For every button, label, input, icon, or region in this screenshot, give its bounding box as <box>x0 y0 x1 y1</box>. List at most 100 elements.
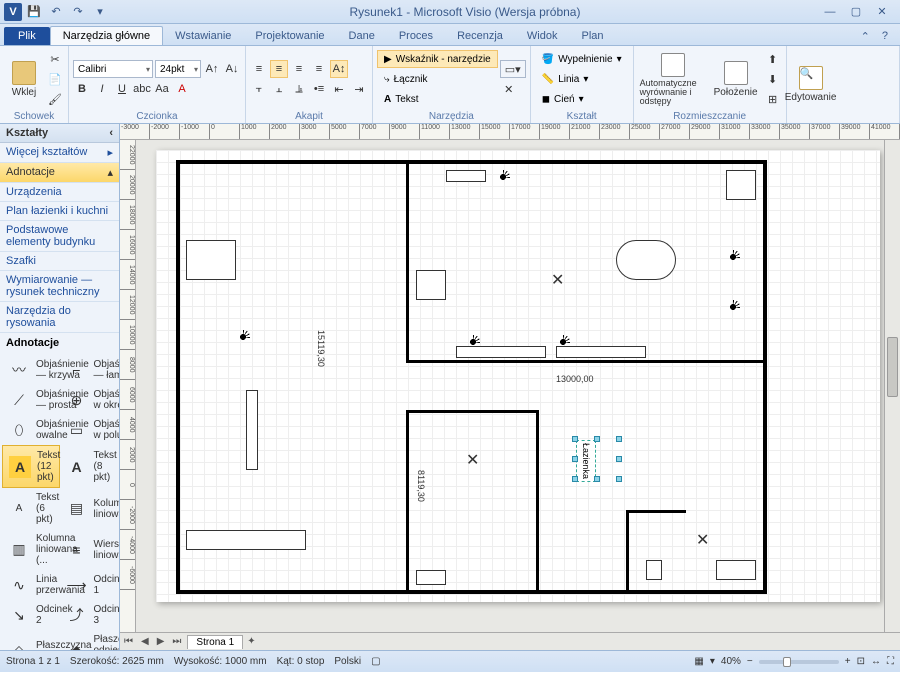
macro-record-button[interactable]: ▢ <box>371 656 380 667</box>
position-button[interactable]: Położenie <box>710 59 762 100</box>
shape-callout-polyline[interactable]: ⌐Objaśnienie — łamana <box>60 355 118 385</box>
case-button[interactable]: Aa <box>153 80 171 98</box>
strike-button[interactable]: abc <box>133 80 151 98</box>
shape-ruled-column2[interactable]: ▥Kolumna liniowana (... <box>2 529 60 570</box>
selection-handle[interactable] <box>572 456 578 462</box>
undo-button[interactable]: ↶ <box>46 3 66 21</box>
font-name-select[interactable]: Calibri <box>73 60 153 78</box>
increase-indent-button[interactable]: ⇥ <box>350 80 368 98</box>
page-tab-1[interactable]: Strona 1 <box>187 635 243 649</box>
align-left-button[interactable]: ≡ <box>250 60 268 78</box>
align-center-button[interactable]: ≡ <box>270 60 288 78</box>
shape-ruled-column[interactable]: ▤Kolumna liniowana <box>60 488 118 529</box>
auto-align-button[interactable]: Automatyczne wyrównanie i odstępy <box>638 51 708 108</box>
shape-segment1[interactable]: ⟶Odcinek 1 <box>60 570 118 600</box>
zoom-thumb[interactable] <box>783 657 791 667</box>
page-next-button[interactable]: ▶ <box>153 636 169 647</box>
shrink-font-button[interactable]: A↓ <box>223 60 241 78</box>
tab-review[interactable]: Recenzja <box>445 27 515 45</box>
cat-drawing-tools[interactable]: Narzędzia do rysowania <box>0 302 119 333</box>
decrease-indent-button[interactable]: ⇤ <box>330 80 348 98</box>
rectangle-tool-button[interactable]: ▭▾ <box>500 60 526 78</box>
zoom-out-button[interactable]: − <box>747 656 753 667</box>
tab-view[interactable]: Widok <box>515 27 570 45</box>
pointer-tool-button[interactable]: ▶ Wskaźnik - narzędzie <box>377 50 498 68</box>
delete-tool-button[interactable]: ✕ <box>500 80 518 98</box>
close-button[interactable]: ✕ <box>872 4 892 20</box>
text-tool-button[interactable]: A Tekst <box>377 90 498 108</box>
wall[interactable] <box>406 410 536 413</box>
cat-annotations[interactable]: Adnotacje▴ <box>0 163 119 183</box>
shape-refplane1[interactable]: ◆Płaszczyzna odniesienia 1 <box>60 630 118 650</box>
wall[interactable] <box>406 410 409 594</box>
shape-callout-oval[interactable]: ⬯Objaśnienie owalne <box>2 415 60 445</box>
bullets-button[interactable]: •≡ <box>310 80 328 98</box>
shape-segment2[interactable]: ↘Odcinek 2 <box>2 600 60 630</box>
shape-text-12pt[interactable]: ATekst (12 pkt) <box>2 445 60 488</box>
cabinet[interactable] <box>416 270 446 300</box>
app-icon[interactable]: V <box>4 3 22 21</box>
wall[interactable] <box>406 160 409 360</box>
counter[interactable] <box>446 170 486 182</box>
status-lang[interactable]: Polski <box>334 656 361 667</box>
selection-handle[interactable] <box>616 436 622 442</box>
vertical-ruler[interactable]: 2200020000180001600014000120001000080006… <box>120 140 136 632</box>
align-right-button[interactable]: ≡ <box>290 60 308 78</box>
shape-callout-curve[interactable]: 〰Objaśnienie — krzywa <box>2 355 60 385</box>
paste-button[interactable]: Wklej <box>4 59 44 100</box>
fit-width-button[interactable]: ↔ <box>871 656 881 667</box>
bold-button[interactable]: B <box>73 80 91 98</box>
group-button[interactable]: ⊞ <box>764 90 782 108</box>
horizontal-ruler[interactable]: -3000-2000-10000100020003000500070009000… <box>120 124 900 140</box>
tab-insert[interactable]: Wstawianie <box>163 27 243 45</box>
dimension-h2[interactable]: 8119,30 <box>416 470 426 502</box>
shape-ruled-row[interactable]: ≡Wiersz liniowany <box>60 529 118 570</box>
save-button[interactable]: 💾 <box>24 3 44 21</box>
italic-button[interactable]: I <box>93 80 111 98</box>
vertical-scrollbar[interactable] <box>884 140 900 632</box>
underline-button[interactable]: U <box>113 80 131 98</box>
wall[interactable] <box>763 160 767 594</box>
cut-button[interactable]: ✂ <box>46 50 64 68</box>
find-button[interactable]: 🔍 Edytowanie <box>791 64 831 105</box>
shape-segment3[interactable]: ⤴Odcinek 3 <box>60 600 118 630</box>
zoom-in-button[interactable]: + <box>845 656 851 667</box>
shapes-collapse-button[interactable]: ‹ <box>109 127 113 139</box>
font-color-button[interactable]: A <box>173 80 191 98</box>
text-direction-button[interactable]: A↕ <box>330 60 348 78</box>
shadow-button[interactable]: ◼ Cień ▾ <box>535 90 629 108</box>
presentation-icon[interactable]: ▾ <box>710 656 715 667</box>
dining-table[interactable] <box>616 240 676 280</box>
desk[interactable] <box>416 570 446 585</box>
font-size-select[interactable]: 24pkt <box>155 60 201 78</box>
sofa[interactable] <box>186 530 306 550</box>
copy-button[interactable]: 📄 <box>46 70 64 88</box>
more-shapes-button[interactable]: Więcej kształtów▸ <box>0 143 119 163</box>
minimize-button[interactable]: — <box>820 4 840 20</box>
wall[interactable] <box>406 360 766 363</box>
shape-refplane[interactable]: ◇Płaszczyzna odniesieni... <box>2 630 60 650</box>
grow-font-button[interactable]: A↑ <box>203 60 221 78</box>
minimize-ribbon-button[interactable]: ⌃ <box>857 28 874 45</box>
selected-text-shape[interactable]: Łazienka <box>576 440 596 482</box>
line-button[interactable]: 📏 Linia ▾ <box>535 70 629 88</box>
toilet[interactable] <box>646 560 662 580</box>
wall[interactable] <box>536 410 539 594</box>
connector-tool-button[interactable]: ⤷ Łącznik <box>377 70 498 88</box>
shape-text-6pt[interactable]: ATekst (6 pkt) <box>2 488 60 529</box>
selection-handle[interactable] <box>594 476 600 482</box>
page-prev-button[interactable]: ◀ <box>137 636 153 647</box>
cat-bath-kitchen[interactable]: Plan łazienki i kuchni <box>0 202 119 221</box>
bring-front-button[interactable]: ⬆ <box>764 50 782 68</box>
wall[interactable] <box>176 160 180 594</box>
wall[interactable] <box>626 510 629 594</box>
drawing-sheet[interactable]: ✕ ✕ ✕ 15119,30 8119,30 13000,00 Łazienka <box>156 150 880 602</box>
shape-text-8pt[interactable]: ATekst (8 pkt) <box>60 445 118 488</box>
selection-handle[interactable] <box>572 436 578 442</box>
new-page-button[interactable]: ✦ <box>243 636 259 647</box>
dimension-w1[interactable]: 13000,00 <box>556 374 594 384</box>
cat-devices[interactable]: Urządzenia <box>0 183 119 202</box>
selection-handle[interactable] <box>616 476 622 482</box>
page-last-button[interactable]: ⏭ <box>168 636 185 647</box>
scrollbar-thumb[interactable] <box>887 337 898 397</box>
